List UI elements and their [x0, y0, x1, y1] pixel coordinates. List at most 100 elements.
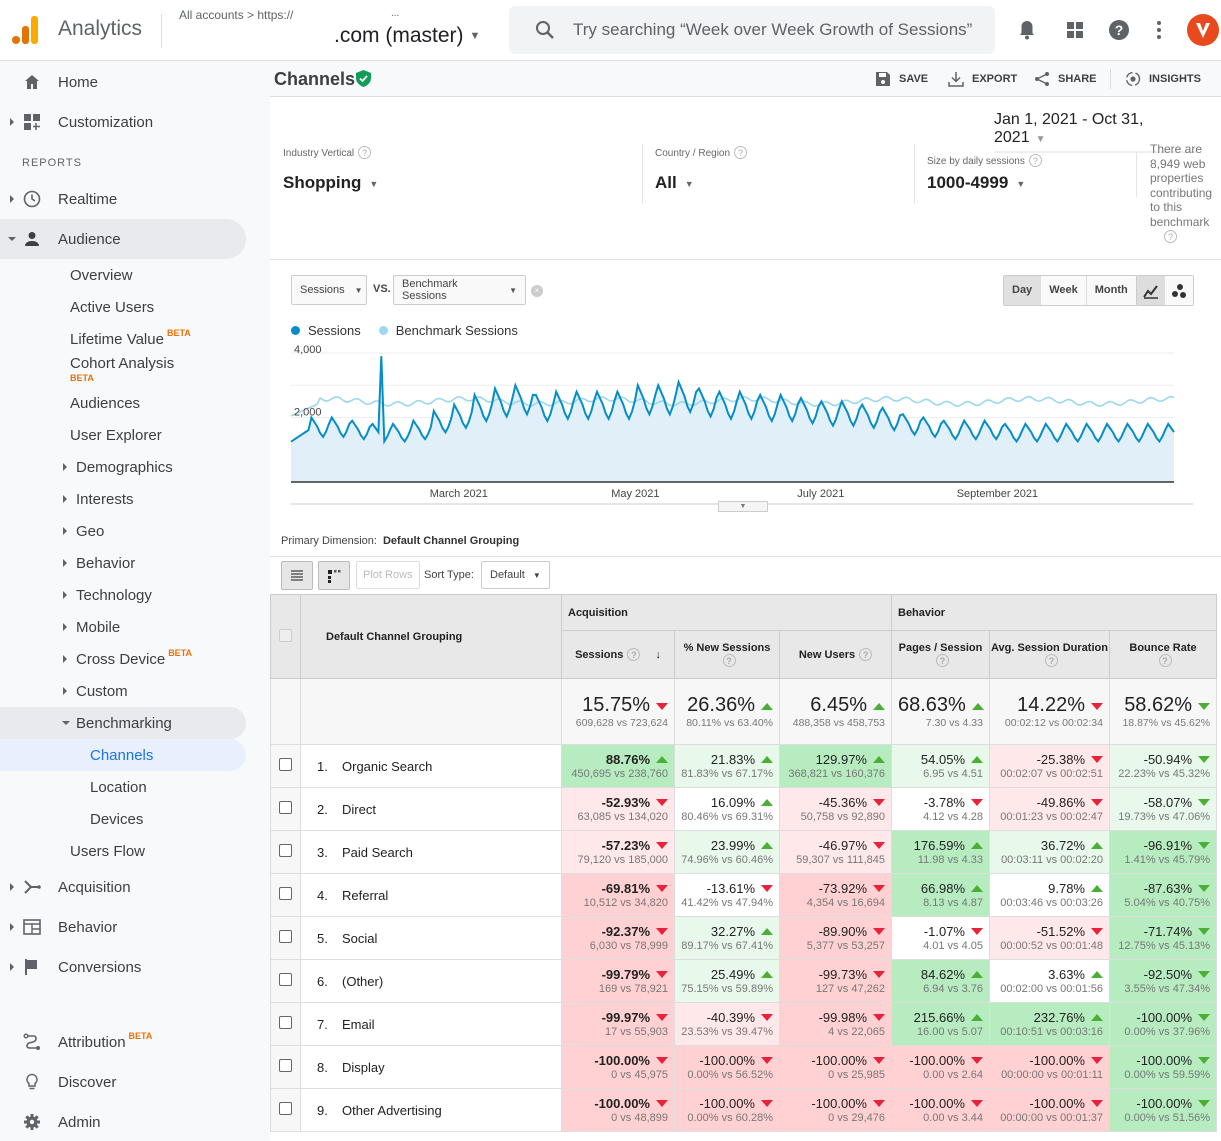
channel-link[interactable]: Social	[342, 931, 377, 946]
y-tick-label: 4,000	[294, 344, 322, 356]
attribution-icon	[23, 1033, 40, 1050]
account-selector[interactable]: .com (master) ▼	[334, 24, 480, 48]
help-icon[interactable]: ?	[1164, 230, 1177, 243]
more-vert-icon[interactable]	[1147, 18, 1171, 42]
channel-link[interactable]: Other Advertising	[342, 1103, 442, 1118]
row-checkbox[interactable]	[279, 930, 292, 943]
arrow-down-icon	[656, 928, 668, 935]
metric-cell: 36.72% 00:03:11 vs 00:02:20	[989, 830, 1110, 874]
day-button[interactable]: Day	[1004, 276, 1042, 305]
sidebar-item-channels[interactable]: Channels	[0, 739, 246, 771]
export-button[interactable]: EXPORT	[948, 71, 1017, 87]
column-header-avg-session-duration[interactable]: Avg. Session Duration?	[989, 630, 1110, 679]
x-tick-label: July 2021	[797, 488, 844, 500]
help-icon[interactable]: ?	[1158, 654, 1172, 667]
channel-name-cell: 2. Direct	[300, 787, 562, 831]
channel-link[interactable]: (Other)	[342, 974, 383, 989]
table-view-button[interactable]	[281, 561, 313, 590]
sort-descending-icon[interactable]: ↓	[652, 649, 661, 661]
channel-link[interactable]: Direct	[342, 802, 376, 817]
help-icon[interactable]: ?	[627, 648, 641, 661]
metric-cell: -87.63% 5.04% vs 40.75%	[1108, 873, 1218, 917]
row-checkbox[interactable]	[279, 1102, 292, 1115]
breadcrumb[interactable]: All accounts > https://	[179, 8, 293, 22]
row-checkbox[interactable]	[279, 887, 292, 900]
row-checkbox[interactable]	[279, 758, 292, 771]
arrow-down-icon	[1091, 1057, 1103, 1064]
plot-rows-button[interactable]: Plot Rows	[356, 561, 420, 589]
analytics-logo[interactable]	[12, 14, 40, 44]
arrow-down-icon	[761, 885, 773, 892]
select-all-checkbox[interactable]	[279, 628, 292, 642]
row-checkbox[interactable]	[279, 1059, 292, 1072]
industry-vertical-filter[interactable]: Industry Vertical? Shopping ▼	[283, 146, 378, 193]
save-button[interactable]: SAVE	[875, 71, 928, 87]
share-button[interactable]: SHARE	[1034, 71, 1097, 87]
arrow-down-icon	[1091, 1100, 1103, 1107]
column-header-bounce-rate[interactable]: Bounce Rate?	[1108, 630, 1218, 679]
size-value: 1000-4999	[927, 173, 1009, 192]
size-filter[interactable]: Size by daily sessions? 1000-4999 ▼	[927, 154, 1042, 193]
row-checkbox[interactable]	[279, 801, 292, 814]
help-icon[interactable]: ?	[1045, 654, 1058, 667]
empty-cell	[300, 678, 562, 745]
help-icon[interactable]: ?	[859, 648, 873, 661]
metric-cell: -73.92% 4,354 vs 16,694	[779, 873, 892, 917]
month-button[interactable]: Month	[1086, 276, 1136, 305]
channel-link[interactable]: Email	[342, 1017, 375, 1032]
apps-grid-icon[interactable]	[1063, 18, 1087, 42]
metric-cell: 232.76% 00:10:51 vs 00:03:16	[989, 1002, 1110, 1046]
arrow-down-icon	[873, 928, 885, 935]
primary-dimension-value[interactable]: Default Channel Grouping	[383, 535, 519, 547]
benchmark-filters: Jan 1, 2021 - Oct 31, 2021 ▼ Industry Ver…	[270, 98, 1221, 260]
sidebar-item-benchmarking[interactable]: Benchmarking	[0, 707, 246, 739]
arrow-up-icon	[761, 971, 773, 978]
remove-compare-icon[interactable]: ×	[531, 285, 543, 297]
legend-sessions[interactable]: Sessions	[291, 323, 361, 338]
country-region-filter[interactable]: Country / Region? All ▼	[655, 146, 748, 193]
help-icon[interactable]: ?	[722, 654, 736, 667]
avatar[interactable]	[1187, 14, 1219, 46]
row-checkbox[interactable]	[279, 844, 292, 857]
metric-selector[interactable]: Sessions ▼	[291, 275, 367, 305]
line-chart-button[interactable]	[1137, 276, 1165, 305]
column-header-pages-per-session[interactable]: Pages / Session?	[891, 630, 990, 679]
legend-benchmark-sessions[interactable]: Benchmark Sessions	[378, 323, 518, 338]
sort-type-select[interactable]: Default ▼	[481, 561, 550, 589]
column-header-sessions[interactable]: Sessions? ↓	[561, 630, 675, 679]
arrow-down-icon	[1091, 756, 1103, 763]
expand-arrow-icon	[63, 527, 67, 535]
metric-cell: -51.52% 00:00:52 vs 00:01:48	[989, 916, 1110, 960]
row-checkbox[interactable]	[279, 973, 292, 986]
collapse-chart-button[interactable]: ▼	[718, 501, 768, 512]
divider	[1136, 152, 1137, 197]
help-icon[interactable]: ?	[936, 654, 949, 667]
channel-link[interactable]: Paid Search	[342, 845, 413, 860]
column-header-pct-new-sessions[interactable]: % New Sessions?	[674, 630, 780, 679]
channel-link[interactable]: Referral	[342, 888, 388, 903]
insights-button[interactable]: INSIGHTS	[1125, 71, 1201, 87]
help-icon[interactable]: ?	[1107, 18, 1131, 42]
metric-cell: 88.76% 450,695 vs 238,760	[561, 744, 675, 788]
sessions-chart[interactable]: 2,000 4,000 March 2021 May 2021 July 2021 Sep…	[270, 341, 1221, 511]
arrow-up-icon	[1091, 885, 1103, 892]
dimension-header[interactable]: Default Channel Grouping	[300, 594, 562, 679]
arrow-down-icon	[1198, 756, 1211, 763]
collapse-arrow-icon	[8, 237, 16, 241]
metric-cell: -3.78% 4.12 vs 4.28	[891, 787, 990, 831]
channel-link[interactable]: Organic Search	[342, 759, 432, 774]
pivot-view-button[interactable]	[318, 561, 350, 590]
motion-chart-button[interactable]	[1165, 276, 1193, 305]
row-checkbox[interactable]	[279, 1016, 292, 1029]
help-icon[interactable]: ?	[734, 146, 748, 159]
help-icon[interactable]: ?	[358, 146, 372, 159]
sidebar-item-audience[interactable]: Audience	[0, 219, 246, 259]
compare-metric-selector[interactable]: Benchmark Sessions ▼	[393, 275, 526, 305]
metric-cell: 66.98% 8.13 vs 4.87	[891, 873, 990, 917]
column-header-new-users[interactable]: New Users?	[779, 630, 892, 679]
search-bar[interactable]: Try searching “Week over Week Growth of …	[509, 6, 995, 54]
bell-icon[interactable]	[1015, 18, 1039, 42]
channel-link[interactable]: Display	[342, 1060, 385, 1075]
help-icon[interactable]: ?	[1028, 154, 1042, 167]
week-button[interactable]: Week	[1041, 276, 1087, 305]
